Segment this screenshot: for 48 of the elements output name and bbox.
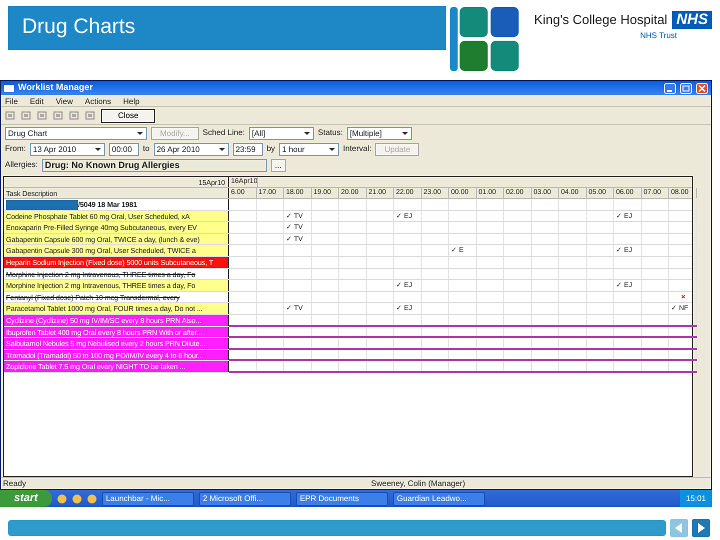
slide-title: Drug Charts [8,6,446,50]
allergies-field[interactable]: Drug: No Known Drug Allergies [42,158,267,172]
taskbar-button[interactable]: 2 Microsoft Offi... [198,492,291,506]
taskbar-button[interactable]: Guardian Leadwo... [392,492,485,506]
dropdown-arrow-icon [136,129,144,137]
taskbar-button[interactable]: EPR Documents [296,492,388,506]
dropdown-arrow-icon [218,145,226,153]
menu-item[interactable]: Actions [84,96,112,105]
chart-dropdown[interactable]: Drug Chart [5,126,147,140]
field-label: From: [5,143,26,155]
close-button[interactable]: Close [101,108,156,122]
organization-subtitle: NHS Trust [640,30,677,42]
dropdown-arrow-icon [94,145,102,153]
next-button[interactable] [692,519,710,537]
logo-drawing [450,6,520,72]
date-field[interactable]: 26 Apr 2010 [154,142,229,156]
restore-button[interactable] [680,82,692,94]
close-icon[interactable] [696,82,708,94]
menu-item[interactable]: Help [123,96,140,105]
nhs-logo: NHS [672,10,712,29]
status-user: Sweeney, Colin (Manager) [371,478,466,489]
menu-item[interactable]: View [56,96,73,105]
status-text: Ready [2,478,28,489]
taskbar-button[interactable]: Launchbar - Mic... [102,492,194,506]
menu-item[interactable]: File [5,96,18,105]
organization-name: King's College Hospital [534,11,668,29]
schedule-dropdown[interactable]: [All] [248,126,314,140]
menu-item[interactable]: Edit [30,96,44,105]
field-label: Sched Line: [202,127,245,139]
app-icon [4,84,14,92]
field-label: Status: [318,127,343,139]
dropdown-arrow-icon [400,129,409,137]
field-label: to [142,143,150,155]
browse-button[interactable]: ... [270,158,286,172]
date-field[interactable]: 13 Apr 2010 [30,142,105,156]
field-label: by [266,143,276,155]
taskbar-clock: 15:01 [680,490,712,507]
window-title: Worklist Manager [18,81,93,94]
time-field[interactable]: 00:00 [108,142,139,156]
interval-dropdown[interactable]: 1 hour [279,142,340,156]
status-dropdown[interactable]: [Multiple] [346,126,412,140]
dropdown-arrow-icon [302,129,311,137]
field-label: Interval: [343,143,372,155]
start-button[interactable]: start [0,490,52,507]
minimize-button[interactable] [664,82,676,94]
field-label: Allergies: [5,159,38,171]
dropdown-arrow-icon [328,145,336,153]
time-field[interactable]: 23:59 [232,142,263,156]
